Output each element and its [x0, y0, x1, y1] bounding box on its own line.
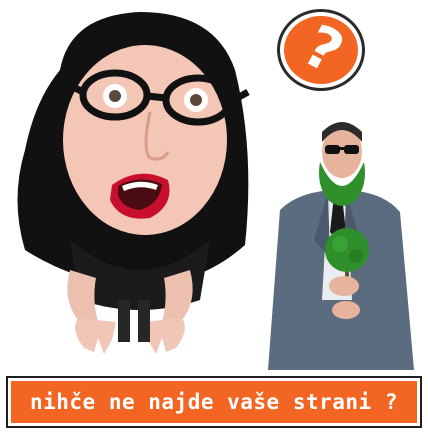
question-mark-icon: ?: [292, 11, 355, 88]
help-badge[interactable]: ?: [280, 11, 362, 88]
bearded-man-image: [268, 122, 414, 370]
ad-graphic: ? nihče ne najde vaše strani ?: [0, 0, 428, 439]
headline-banner: nihče ne najde vaše strani ?: [6, 376, 422, 428]
headline-text: nihče ne najde vaše strani ?: [29, 390, 398, 414]
